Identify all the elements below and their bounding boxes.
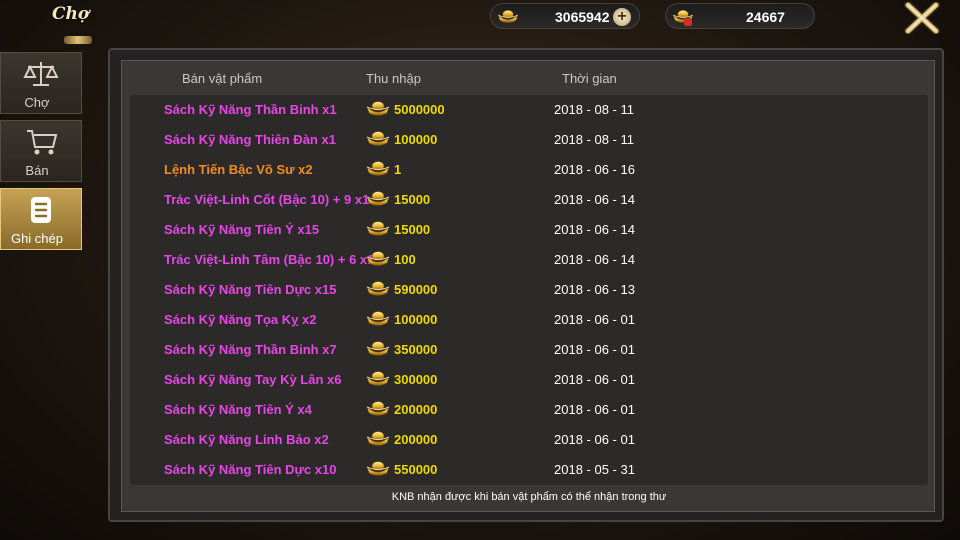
top-bar: Chợ 3065942 + 24667: [0, 0, 960, 44]
title-ornament: [64, 36, 92, 44]
item-name: Trác Việt-Linh Tâm (Bậc 10) + 6 x1: [164, 252, 375, 267]
history-table: Bán vật phẩm Thu nhập Thời gian Sách Kỹ …: [121, 60, 935, 512]
sale-date: 2018 - 06 - 14: [554, 222, 635, 237]
main-panel: Bán vật phẩm Thu nhập Thời gian Sách Kỹ …: [108, 48, 944, 522]
gold-amount: 3065942: [555, 9, 610, 25]
table-row: Sách Kỹ Năng Thần Binh x7 350000 2018 - 06…: [130, 335, 928, 365]
gold-ingot-icon: [366, 339, 390, 357]
sale-date: 2018 - 06 - 16: [554, 162, 635, 177]
tab-market-label: Chợ: [24, 95, 50, 110]
tab-market[interactable]: Chợ: [0, 52, 82, 114]
gold-ingot-icon: [366, 249, 390, 267]
item-name: Lệnh Tiến Bậc Võ Sư x2: [164, 162, 313, 177]
income-value: 15000: [394, 222, 431, 237]
table-row: Sách Kỹ Năng Tiên Ý x4 200000 2018 - 06 - …: [130, 395, 928, 425]
item-name: Sách Kỹ Năng Tiên Dực x10: [164, 462, 337, 477]
sale-date: 2018 - 06 - 01: [554, 402, 635, 417]
gold-ingot-icon: [366, 429, 390, 447]
table-row: Trác Việt-Linh Tâm (Bậc 10) + 6 x1 100 201…: [130, 245, 928, 275]
column-header-income: Thu nhập: [366, 71, 421, 86]
income-value: 100000: [394, 132, 438, 147]
history-list[interactable]: Sách Kỹ Năng Thần Binh x1 5000000 2018 - 0…: [130, 95, 928, 485]
gold-ingot-icon: [366, 159, 390, 177]
income-value: 1: [394, 162, 402, 177]
income-value: 350000: [394, 342, 438, 357]
item-name: Sách Kỹ Năng Thần Binh x7: [164, 342, 337, 357]
income-value: 550000: [394, 462, 438, 477]
sale-date: 2018 - 06 - 01: [554, 312, 635, 327]
footer-note: KNB nhận được khi bán vật phẩm có thể nh…: [391, 491, 667, 503]
table-row: Sách Kỹ Năng Tọa Kỵ x2 100000 2018 - 06 - …: [130, 305, 928, 335]
lock-icon: [684, 18, 692, 26]
page-title: Chợ: [52, 4, 90, 24]
gold-currency-display: 3065942 +: [490, 3, 640, 29]
column-header-item: Bán vật phẩm: [182, 71, 263, 86]
gold-ingot-icon: [366, 219, 390, 237]
sale-date: 2018 - 05 - 31: [554, 462, 635, 477]
gold-ingot-icon: [366, 129, 390, 147]
gold-ingot-icon: [366, 369, 390, 387]
item-name: Trác Việt-Linh Cốt (Bậc 10) + 9 x1: [164, 192, 370, 207]
gold-ingot-icon: [497, 8, 519, 24]
table-row: Lệnh Tiến Bậc Võ Sư x2 1 2018 - 06 - 16: [130, 155, 928, 185]
item-name: Sách Kỹ Năng Thần Binh x1: [164, 102, 337, 117]
cart-icon: [27, 130, 58, 155]
tab-sell[interactable]: Bán: [0, 120, 82, 182]
income-value: 100000: [394, 312, 438, 327]
column-header-time: Thời gian: [562, 71, 617, 86]
item-name: Sách Kỹ Năng Tay Kỳ Lân x6: [164, 372, 342, 387]
table-row: Trác Việt-Linh Cốt (Bậc 10) + 9 x1 15000 2…: [130, 185, 928, 215]
scales-icon: [23, 62, 59, 86]
item-name: Sách Kỹ Năng Tọa Kỵ x2: [164, 312, 317, 327]
sale-date: 2018 - 06 - 01: [554, 432, 635, 447]
item-name: Sách Kỹ Năng Tiên Ý x4: [164, 402, 312, 417]
income-value: 590000: [394, 282, 438, 297]
income-value: 100: [394, 252, 416, 267]
gold-ingot-icon: [366, 99, 390, 117]
gold-ingot-icon: [366, 279, 390, 297]
gold-ingot-icon: [366, 309, 390, 327]
bound-gold-amount: 24667: [746, 9, 785, 25]
bound-gold-currency-display: 24667: [665, 3, 815, 29]
table-row: Sách Kỹ Năng Tiên Ý x15 15000 2018 - 06 - …: [130, 215, 928, 245]
table-row: Sách Kỹ Năng Tay Kỳ Lân x6 300000 2018 - 0…: [130, 365, 928, 395]
sale-date: 2018 - 06 - 14: [554, 192, 635, 207]
income-value: 200000: [394, 432, 438, 447]
table-row: Sách Kỹ Năng Thiên Đàn x1 100000 2018 - 08…: [130, 125, 928, 155]
notes-icon: [31, 197, 51, 223]
item-name: Sách Kỹ Năng Thiên Đàn x1: [164, 132, 336, 147]
close-icon[interactable]: [902, 2, 942, 34]
income-value: 15000: [394, 192, 431, 207]
item-name: Sách Kỹ Năng Tiên Dực x15: [164, 282, 337, 297]
income-value: 200000: [394, 402, 438, 417]
tab-history[interactable]: Ghi chép: [0, 188, 82, 250]
gold-ingot-icon: [366, 399, 390, 417]
table-row: Sách Kỹ Năng Tiên Dực x15 590000 2018 - 06…: [130, 275, 928, 305]
income-value: 300000: [394, 372, 438, 387]
income-value: 5000000: [394, 102, 445, 117]
gold-ingot-icon: [366, 459, 390, 477]
add-gold-button[interactable]: +: [613, 8, 631, 26]
gold-ingot-icon: [366, 189, 390, 207]
item-name: Sách Kỹ Năng Tiên Ý x15: [164, 222, 320, 237]
sale-date: 2018 - 08 - 11: [554, 132, 634, 147]
sale-date: 2018 - 06 - 01: [554, 372, 635, 387]
table-row: Sách Kỹ Năng Linh Bảo x2 200000 2018 - 06 …: [130, 425, 928, 455]
item-name: Sách Kỹ Năng Linh Bảo x2: [164, 432, 329, 447]
tab-history-label: Ghi chép: [10, 231, 64, 246]
table-row: Sách Kỹ Năng Tiên Dực x10 550000 2018 - 05…: [130, 455, 928, 485]
table-row: Sách Kỹ Năng Thần Binh x1 5000000 2018 - 0…: [130, 95, 928, 125]
sale-date: 2018 - 06 - 01: [554, 342, 635, 357]
sale-date: 2018 - 06 - 14: [554, 252, 635, 267]
sale-date: 2018 - 08 - 11: [554, 102, 634, 117]
sale-date: 2018 - 06 - 13: [554, 282, 635, 297]
tab-sell-label: Bán: [25, 163, 49, 178]
